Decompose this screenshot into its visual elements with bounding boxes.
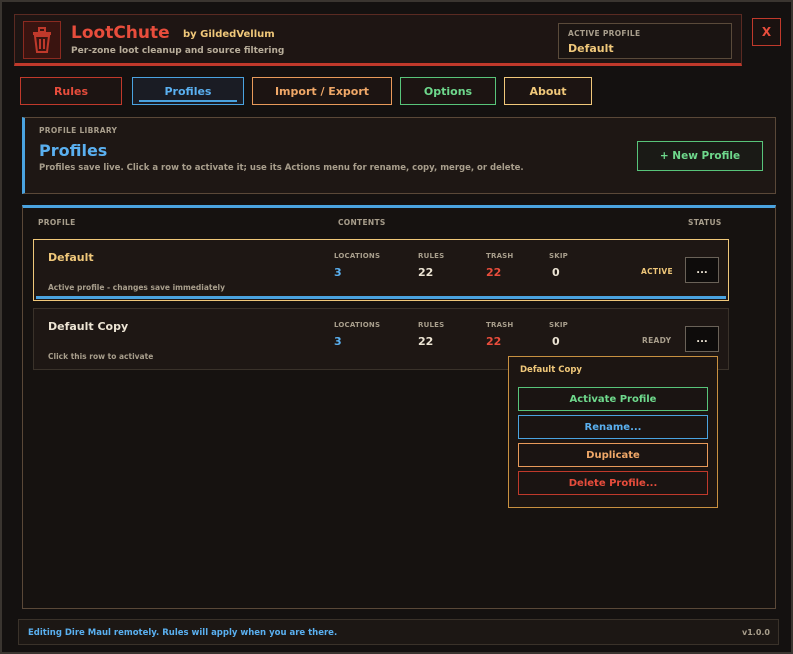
stat-label-trash: TRASH <box>486 252 514 260</box>
app-tagline: Per-zone loot cleanup and source filteri… <box>71 46 285 56</box>
stat-label-skip: SKIP <box>549 321 569 329</box>
stat-label-trash: TRASH <box>486 321 514 329</box>
active-profile-indicator: ACTIVE PROFILE Default <box>558 23 732 59</box>
active-profile-label: ACTIVE PROFILE <box>568 29 641 38</box>
app-title: LootChute <box>71 23 170 43</box>
stat-skip: 0 <box>552 335 560 348</box>
version-label: v1.0.0 <box>742 628 770 637</box>
profile-row-default[interactable]: Default Active profile - changes save im… <box>33 239 729 301</box>
tab-about[interactable]: About <box>504 77 592 105</box>
new-profile-button[interactable]: + New Profile <box>637 141 763 171</box>
trash-can-icon <box>23 21 61 59</box>
library-kicker: PROFILE LIBRARY <box>39 126 118 135</box>
stat-label-skip: SKIP <box>549 252 569 260</box>
delete-profile-button[interactable]: Delete Profile... <box>518 471 708 495</box>
stat-label-locations: LOCATIONS <box>334 252 381 260</box>
stat-label-rules: RULES <box>418 321 445 329</box>
page-title: Profiles <box>39 141 108 160</box>
profile-actions-button[interactable]: ... <box>685 326 719 352</box>
status-bar: Editing Dire Maul remotely. Rules will a… <box>18 619 779 645</box>
menu-title: Default Copy <box>520 365 582 375</box>
profile-actions-button[interactable]: ... <box>685 257 719 283</box>
stat-rules: 22 <box>418 335 434 348</box>
profile-subtitle: Click this row to activate <box>48 352 154 361</box>
profile-library-panel: PROFILE LIBRARY Profiles Profiles save l… <box>22 117 776 194</box>
tab-options[interactable]: Options <box>400 77 496 105</box>
close-button[interactable]: X <box>752 18 781 46</box>
stat-trash: 22 <box>486 335 502 348</box>
stat-trash: 22 <box>486 266 502 279</box>
profile-actions-menu: Default Copy Activate Profile Rename... … <box>508 356 718 508</box>
app-author: by GildedVellum <box>183 29 275 40</box>
stat-label-rules: RULES <box>418 252 445 260</box>
tab-profiles[interactable]: Profiles <box>132 77 244 105</box>
profile-name: Default Copy <box>48 320 129 333</box>
library-description: Profiles save live. Click a row to activ… <box>39 163 524 173</box>
stat-locations: 3 <box>334 335 342 348</box>
column-header-contents: CONTENTS <box>338 218 386 227</box>
profile-name: Default <box>48 251 94 264</box>
status-badge: ACTIVE <box>641 267 673 276</box>
tab-import-export[interactable]: Import / Export <box>252 77 392 105</box>
profile-subtitle: Active profile - changes save immediatel… <box>48 283 226 292</box>
activate-profile-button[interactable]: Activate Profile <box>518 387 708 411</box>
stat-rules: 22 <box>418 266 434 279</box>
header-bar: LootChute by GildedVellum Per-zone loot … <box>14 14 742 66</box>
status-badge: READY <box>642 336 672 345</box>
stat-locations: 3 <box>334 266 342 279</box>
active-profile-value: Default <box>568 42 614 55</box>
duplicate-profile-button[interactable]: Duplicate <box>518 443 708 467</box>
tab-rules[interactable]: Rules <box>20 77 122 105</box>
column-header-status: STATUS <box>688 218 722 227</box>
column-header-profile: PROFILE <box>38 218 76 227</box>
status-message: Editing Dire Maul remotely. Rules will a… <box>28 628 338 638</box>
stat-skip: 0 <box>552 266 560 279</box>
rename-profile-button[interactable]: Rename... <box>518 415 708 439</box>
addon-window: LootChute by GildedVellum Per-zone loot … <box>0 0 793 654</box>
stat-label-locations: LOCATIONS <box>334 321 381 329</box>
